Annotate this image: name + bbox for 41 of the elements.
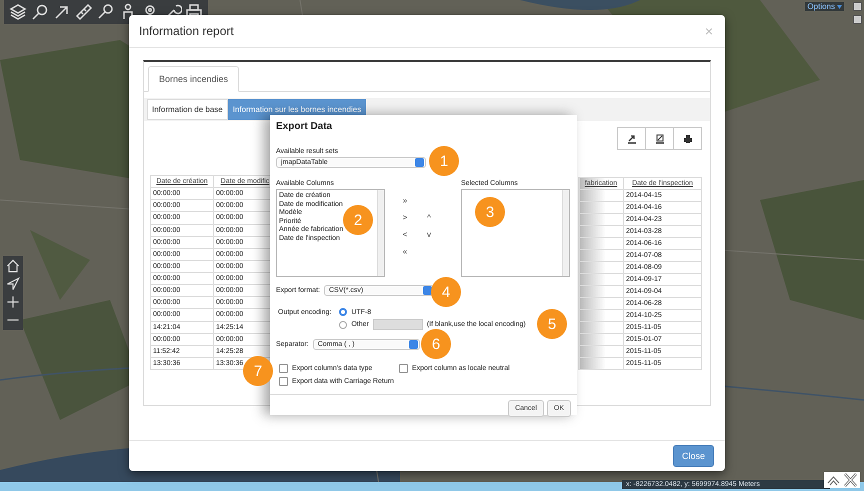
- radio-button[interactable]: [339, 320, 348, 328]
- dialog-title: Information report: [139, 24, 234, 38]
- home-icon[interactable]: [5, 258, 21, 274]
- print-icon: [682, 134, 692, 144]
- close-icon[interactable]: [843, 473, 858, 487]
- number-badge: 5: [537, 309, 567, 339]
- number-badge: 3: [475, 197, 505, 227]
- export-button[interactable]: [617, 127, 646, 150]
- move-down-button[interactable]: v: [423, 228, 435, 240]
- checkbox[interactable]: [279, 364, 288, 373]
- square-icon[interactable]: [853, 15, 862, 24]
- move-up-button[interactable]: ^: [423, 211, 435, 223]
- image-icon: [654, 134, 664, 144]
- square-icon[interactable]: [853, 2, 862, 11]
- number-badge: 1: [429, 146, 459, 176]
- zoom-in-icon[interactable]: [5, 294, 21, 310]
- scrollbar[interactable]: [562, 190, 569, 276]
- move-all-right-button[interactable]: »: [399, 194, 411, 206]
- checkbox[interactable]: [399, 364, 408, 373]
- ruler-icon[interactable]: [74, 2, 94, 22]
- radio-button[interactable]: [339, 308, 348, 316]
- checkbox[interactable]: [279, 377, 288, 386]
- tab[interactable]: Bornes incendies: [148, 66, 240, 92]
- number-badge: 4: [431, 277, 461, 307]
- layers-icon[interactable]: [8, 2, 28, 22]
- caret-icon: [837, 4, 842, 8]
- move-right-button[interactable]: >: [399, 211, 411, 223]
- number-badge: 6: [421, 329, 451, 359]
- search-icon[interactable]: [30, 2, 50, 22]
- number-badge: 7: [243, 356, 273, 386]
- scrollbar[interactable]: [377, 190, 384, 276]
- export-title: Export Data: [276, 121, 334, 132]
- export-image-button[interactable]: [645, 127, 674, 150]
- move-all-left-button[interactable]: «: [399, 245, 411, 257]
- encoding-field[interactable]: [372, 319, 423, 330]
- subtab[interactable]: Information de base: [147, 99, 228, 120]
- export-icon: [626, 134, 636, 144]
- number-badge: 2: [343, 205, 373, 235]
- print-button[interactable]: [673, 127, 702, 150]
- move-left-button[interactable]: <: [399, 228, 411, 240]
- navigation-icon[interactable]: [5, 276, 21, 292]
